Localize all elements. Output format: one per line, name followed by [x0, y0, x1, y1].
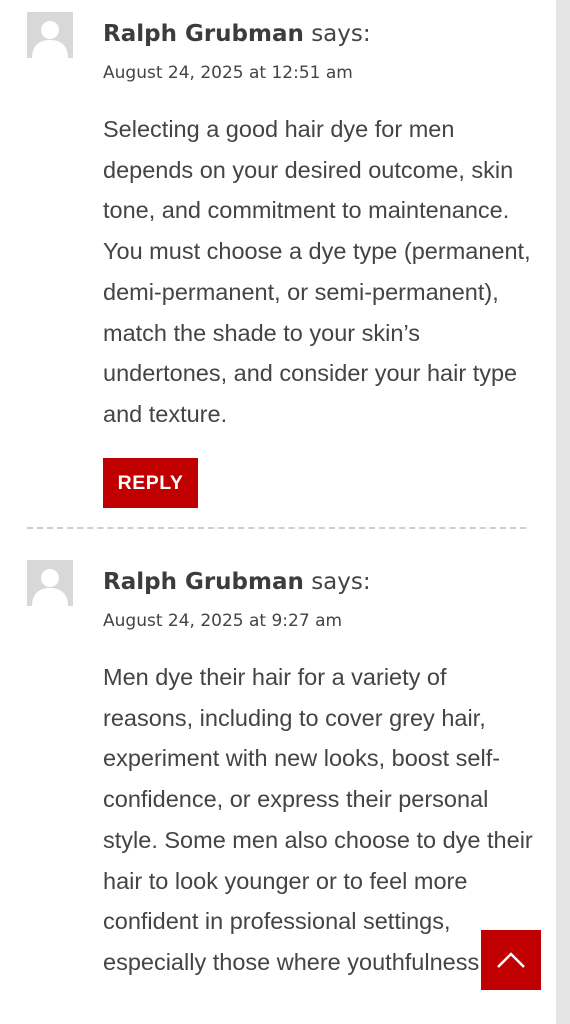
says-label: says: [311, 21, 371, 47]
default-avatar-icon [27, 12, 73, 58]
comment-date-link[interactable]: August 24, 2025 at 9:27 am [103, 608, 342, 634]
comment-date-link[interactable]: August 24, 2025 at 12:51 am [103, 60, 353, 86]
reply-button[interactable]: REPLY [103, 458, 198, 508]
comment-author: Ralph Grubman [103, 569, 304, 595]
scrollbar-thumb[interactable] [556, 0, 570, 1024]
comment-text: Selecting a good hair dye for men depend… [103, 116, 531, 427]
comment-author-line: Ralph Grubman says: [103, 566, 533, 598]
scrollbar-track[interactable] [556, 0, 570, 1024]
comment-body: Ralph Grubman says: August 24, 2025 at 1… [103, 18, 533, 435]
comment-text: Men dye their hair for a variety of reas… [103, 664, 533, 975]
back-to-top-button[interactable] [481, 930, 541, 990]
comments-page: Ralph Grubman says: August 24, 2025 at 1… [0, 0, 570, 1024]
comment-body: Ralph Grubman says: August 24, 2025 at 9… [103, 566, 533, 983]
chevron-up-icon [497, 952, 525, 968]
comment-author: Ralph Grubman [103, 21, 304, 47]
says-label: says: [311, 569, 371, 595]
comment-divider [27, 527, 526, 529]
default-avatar-icon [27, 560, 73, 606]
comment-author-line: Ralph Grubman says: [103, 18, 533, 50]
